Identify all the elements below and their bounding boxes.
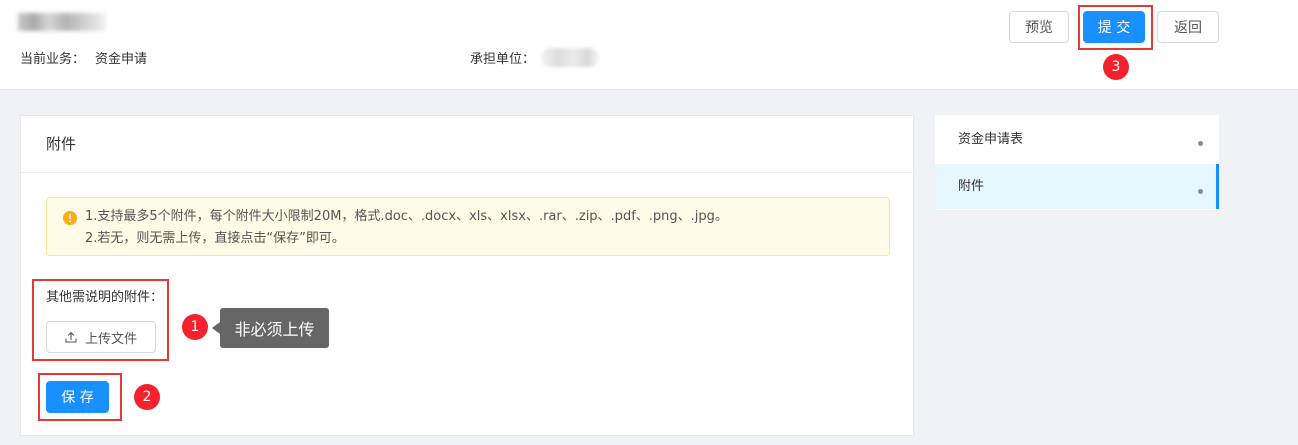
nav-item-label: 附件 <box>958 179 985 194</box>
side-nav: 资金申请表 附件 <box>935 115 1219 210</box>
alert-line-1: 1.支持最多5个附件，每个附件大小限制20M，格式.doc、.docx、xls、… <box>85 209 728 224</box>
card-title: 附件 <box>46 135 77 153</box>
tooltip-text: 非必须上传 <box>234 320 315 339</box>
card-header: 附件 <box>21 116 913 173</box>
business-label: 当前业务： <box>20 52 86 67</box>
alert-line-2: 2.若无，则无需上传，直接点击“保存”即可。 <box>85 231 345 246</box>
preview-button[interactable]: 预览 <box>1009 11 1069 43</box>
redacted-page-title <box>18 13 106 31</box>
warning-icon <box>63 210 77 225</box>
step-badge-2: 2 <box>134 384 160 410</box>
page-header: 当前业务： 资金申请 承担单位： 预览 提 交 返回 3 <box>0 0 1298 90</box>
nav-item-application-form[interactable]: 资金申请表 <box>935 115 1219 164</box>
business-value: 资金申请 <box>95 52 148 67</box>
upload-button-label: 上传文件 <box>84 331 137 347</box>
alert-message: 1.支持最多5个附件，每个附件大小限制20M，格式.doc、.docx、xls、… <box>85 206 728 250</box>
attachment-card: 附件 1.支持最多5个附件，每个附件大小限制20M，格式.doc、.docx、x… <box>20 115 914 436</box>
upload-icon <box>65 331 77 343</box>
tooltip-arrow <box>212 322 220 334</box>
optional-upload-tooltip: 非必须上传 <box>220 308 329 348</box>
dot-icon <box>1198 189 1203 194</box>
redacted-unit-value <box>541 48 599 67</box>
info-alert: 1.支持最多5个附件，每个附件大小限制20M，格式.doc、.docx、xls、… <box>46 197 890 256</box>
submit-button[interactable]: 提 交 <box>1083 11 1145 43</box>
step-badge-3: 3 <box>1103 54 1129 80</box>
dot-icon <box>1198 141 1203 146</box>
unit-label: 承担单位： <box>470 52 536 67</box>
step-badge-1: 1 <box>182 314 208 340</box>
save-button[interactable]: 保 存 <box>46 381 109 413</box>
back-button[interactable]: 返回 <box>1157 11 1219 43</box>
upload-file-button[interactable]: 上传文件 <box>46 321 156 353</box>
nav-item-attachment[interactable]: 附件 <box>935 164 1219 209</box>
upload-field-label: 其他需说明的附件： <box>46 290 164 305</box>
nav-item-label: 资金申请表 <box>958 132 1024 147</box>
